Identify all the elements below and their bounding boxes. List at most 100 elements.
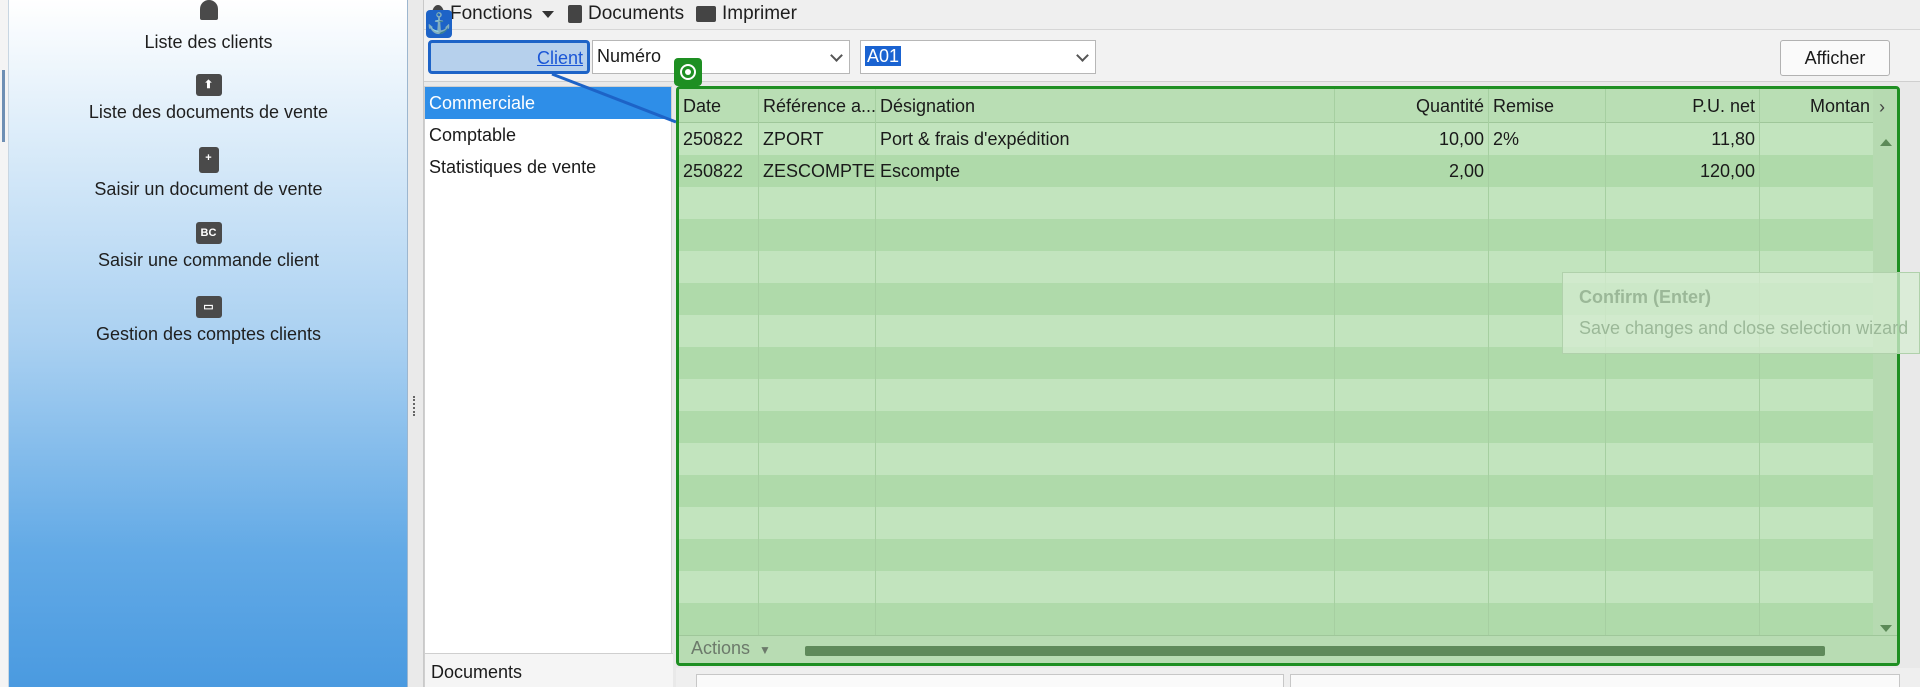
empty-table-row[interactable]: [679, 187, 1875, 219]
empty-cell: [679, 347, 759, 379]
empty-cell: [759, 315, 876, 347]
actions-menu[interactable]: Actions ▼: [691, 638, 771, 659]
vertical-scrollbar[interactable]: ›: [1873, 89, 1897, 637]
empty-cell: [1606, 219, 1760, 251]
empty-cell: [876, 379, 1335, 411]
empty-cell: [759, 507, 876, 539]
empty-cell: [1760, 475, 1875, 507]
empty-cell: [759, 219, 876, 251]
chevron-right-icon[interactable]: ›: [1879, 97, 1885, 118]
empty-cell: [876, 507, 1335, 539]
cell-unit-price: 120,00: [1606, 155, 1760, 187]
nav-item-new-sales-document[interactable]: + Saisir un document de vente: [9, 147, 408, 200]
empty-cell: [1335, 315, 1489, 347]
col-header-reference[interactable]: Référence a...: [759, 89, 876, 123]
client-selector[interactable]: Client: [428, 40, 590, 74]
empty-table-row[interactable]: [679, 603, 1875, 635]
search-combo-value: A01: [865, 46, 902, 66]
documents-menu[interactable]: Documents: [568, 3, 684, 25]
nav-item-client-accounts[interactable]: ▭ Gestion des comptes clients: [9, 296, 408, 345]
chevron-down-icon: [1076, 49, 1089, 62]
empty-cell: [876, 571, 1335, 603]
scroll-down-icon[interactable]: [1880, 625, 1892, 632]
cell-quantity: 2,00: [1335, 155, 1489, 187]
table-row[interactable]: 250822 ZPORT Port & frais d'expédition 1…: [679, 123, 1875, 155]
category-list: Commerciale Comptable Statistiques de ve…: [424, 86, 673, 687]
empty-table-row[interactable]: [679, 443, 1875, 475]
cell-discount: [1489, 155, 1606, 187]
category-commercial[interactable]: Commerciale: [425, 87, 671, 119]
empty-cell: [1606, 539, 1760, 571]
empty-cell: [1335, 187, 1489, 219]
empty-cell: [1606, 443, 1760, 475]
lines-grid[interactable]: Date Référence a... Désignation Quantité…: [676, 86, 1900, 666]
cell-discount: 2%: [1489, 123, 1606, 155]
empty-table-row[interactable]: [679, 379, 1875, 411]
col-header-discount[interactable]: Remise: [1489, 89, 1606, 123]
empty-cell: [876, 539, 1335, 571]
nav-item-clients[interactable]: Liste des clients: [9, 0, 408, 53]
caret-down-icon: [542, 10, 555, 18]
bottom-bar: [676, 668, 1920, 687]
splitter-grip[interactable]: [413, 396, 417, 416]
empty-table-row[interactable]: [679, 539, 1875, 571]
empty-cell: [1606, 187, 1760, 219]
category-accounting[interactable]: Comptable: [425, 119, 671, 151]
cell-quantity: 10,00: [1335, 123, 1489, 155]
empty-cell: [1489, 507, 1606, 539]
documents-panel-header[interactable]: Documents: [425, 653, 673, 687]
panel-splitter[interactable]: [408, 0, 424, 687]
empty-cell: [679, 251, 759, 283]
empty-cell: [759, 475, 876, 507]
nav-label-new-sales-document: Saisir un document de vente: [94, 179, 323, 199]
bottom-field: [1290, 674, 1900, 687]
empty-cell: [679, 379, 759, 411]
horizontal-scrollbar-thumb[interactable]: [805, 646, 1825, 656]
empty-cell: [1489, 539, 1606, 571]
empty-table-row[interactable]: [679, 475, 1875, 507]
empty-cell: [1760, 411, 1875, 443]
empty-cell: [1489, 411, 1606, 443]
empty-cell: [759, 571, 876, 603]
empty-cell: [876, 315, 1335, 347]
search-combo[interactable]: A01: [860, 40, 1096, 74]
empty-cell: [1489, 571, 1606, 603]
client-link[interactable]: Client: [537, 48, 583, 68]
empty-cell: [759, 443, 876, 475]
show-button[interactable]: Afficher: [1780, 40, 1890, 76]
print-button[interactable]: Imprimer: [696, 3, 797, 25]
empty-cell: [759, 379, 876, 411]
empty-cell: [876, 411, 1335, 443]
empty-cell: [1489, 443, 1606, 475]
nav-item-new-order[interactable]: BC Saisir une commande client: [9, 222, 408, 271]
empty-cell: [1606, 411, 1760, 443]
category-sales-stats[interactable]: Statistiques de vente: [425, 151, 671, 183]
empty-table-row[interactable]: [679, 507, 1875, 539]
empty-cell: [1606, 379, 1760, 411]
empty-cell: [679, 219, 759, 251]
sidebar-edge: [0, 0, 9, 687]
empty-cell: [759, 283, 876, 315]
empty-cell: [1335, 379, 1489, 411]
col-header-date[interactable]: Date: [679, 89, 759, 123]
empty-cell: [1760, 443, 1875, 475]
col-header-unit-price[interactable]: P.U. net: [1606, 89, 1760, 123]
grid-header: Date Référence a... Désignation Quantité…: [679, 89, 1875, 123]
empty-table-row[interactable]: [679, 571, 1875, 603]
cell-designation: Port & frais d'expédition: [876, 123, 1335, 155]
scroll-up-icon[interactable]: [1880, 139, 1892, 146]
field-combo[interactable]: Numéro: [592, 40, 850, 74]
empty-cell: [876, 283, 1335, 315]
col-header-amount[interactable]: Montan: [1760, 89, 1875, 123]
table-row[interactable]: 250822 ZESCOMPTE Escompte 2,00 120,00: [679, 155, 1875, 187]
empty-cell: [1335, 507, 1489, 539]
nav-item-sales-documents[interactable]: ⬆ Liste des documents de vente: [9, 74, 408, 123]
grid-footer: Actions ▼: [679, 635, 1897, 663]
col-header-designation[interactable]: Désignation: [876, 89, 1335, 123]
col-header-quantity[interactable]: Quantité: [1335, 89, 1489, 123]
sidebar-edge-marker: [2, 70, 5, 142]
empty-table-row[interactable]: [679, 219, 1875, 251]
empty-cell: [1606, 571, 1760, 603]
actions-label: Actions: [691, 638, 751, 658]
empty-table-row[interactable]: [679, 411, 1875, 443]
